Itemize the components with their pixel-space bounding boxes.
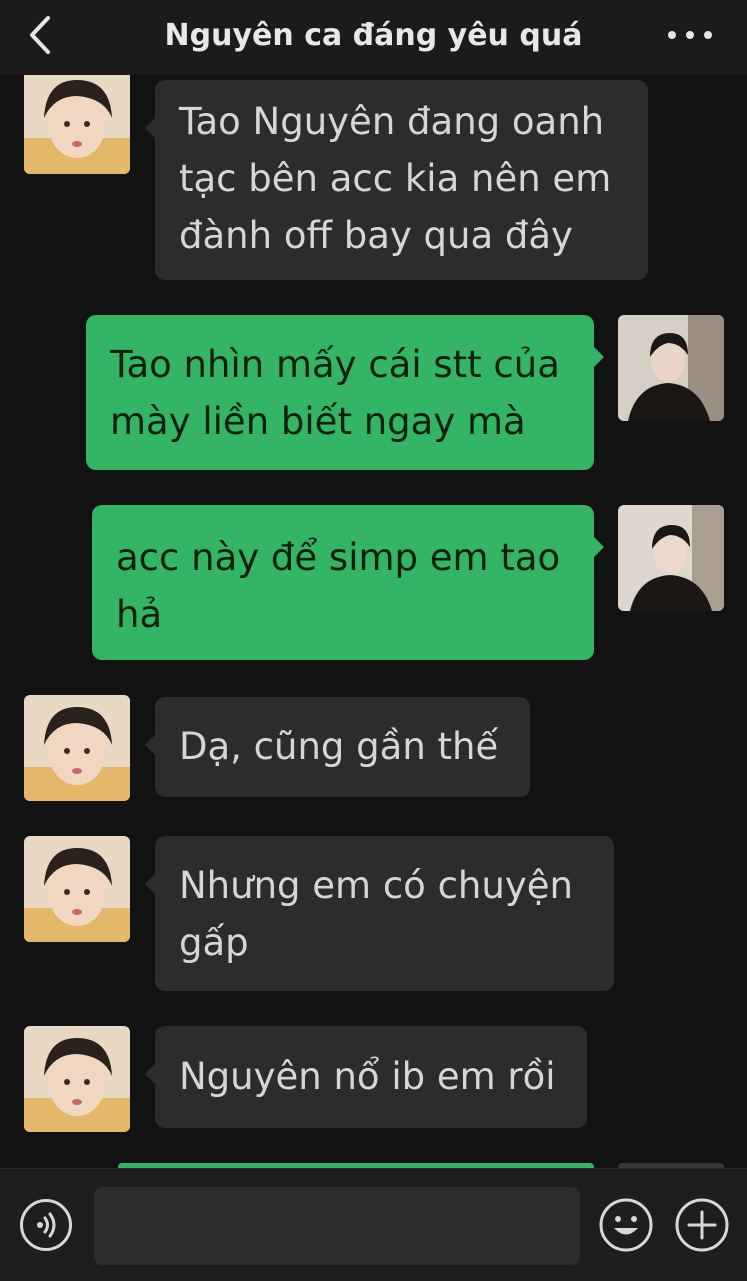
input-bar <box>0 1168 747 1281</box>
my-avatar[interactable] <box>618 315 724 421</box>
plus-button[interactable] <box>674 1197 730 1253</box>
chat-screen: Nguyên ca đáng yêu quá Tao Nguyên đang o… <box>0 0 747 1281</box>
emoji-icon <box>599 1198 653 1252</box>
voice-icon <box>37 1212 56 1238</box>
message-text: Dạ, cũng gần thế <box>179 725 499 768</box>
message-text: Nguyên nổ ib em rồi <box>179 1055 556 1098</box>
more-button[interactable] <box>666 24 714 48</box>
plus-icon <box>675 1198 729 1252</box>
my-avatar[interactable] <box>618 505 724 611</box>
chat-header: Nguyên ca đáng yêu quá <box>0 0 747 75</box>
message-bubble-outgoing[interactable]: Tao nhìn mấy cái stt của mày liền biết n… <box>86 315 604 470</box>
message-text: Tao nhìn mấy cái stt của mày liền biết n… <box>110 343 560 443</box>
message-bubble-incoming[interactable]: Dạ, cũng gần thế <box>145 697 530 797</box>
message-text: Tao Nguyên đang oanh tạc bên acc kia nên… <box>179 100 612 257</box>
message-text: Nhưng em có chuyện gấp <box>179 864 573 964</box>
message-text: acc này để simp em tao hả <box>116 536 561 636</box>
message-bubble-outgoing[interactable]: acc này để simp em tao hả <box>92 505 604 660</box>
contact-avatar[interactable] <box>24 68 130 174</box>
contact-avatar[interactable] <box>24 695 130 801</box>
voice-button[interactable] <box>20 1199 72 1251</box>
contact-avatar[interactable] <box>24 836 130 942</box>
message-input[interactable] <box>94 1187 580 1265</box>
emoji-button[interactable] <box>598 1197 654 1253</box>
message-bubble-incoming[interactable]: Nhưng em có chuyện gấp <box>145 836 614 991</box>
message-bubble-incoming[interactable]: Tao Nguyên đang oanh tạc bên acc kia nên… <box>145 80 648 280</box>
chevron-left-icon <box>30 16 50 54</box>
more-dots-icon <box>668 31 676 39</box>
back-button[interactable] <box>22 12 62 58</box>
contact-avatar[interactable] <box>24 1026 130 1132</box>
message-bubble-incoming[interactable]: Nguyên nổ ib em rồi <box>145 1026 587 1128</box>
chat-title: Nguyên ca đáng yêu quá <box>164 18 583 53</box>
